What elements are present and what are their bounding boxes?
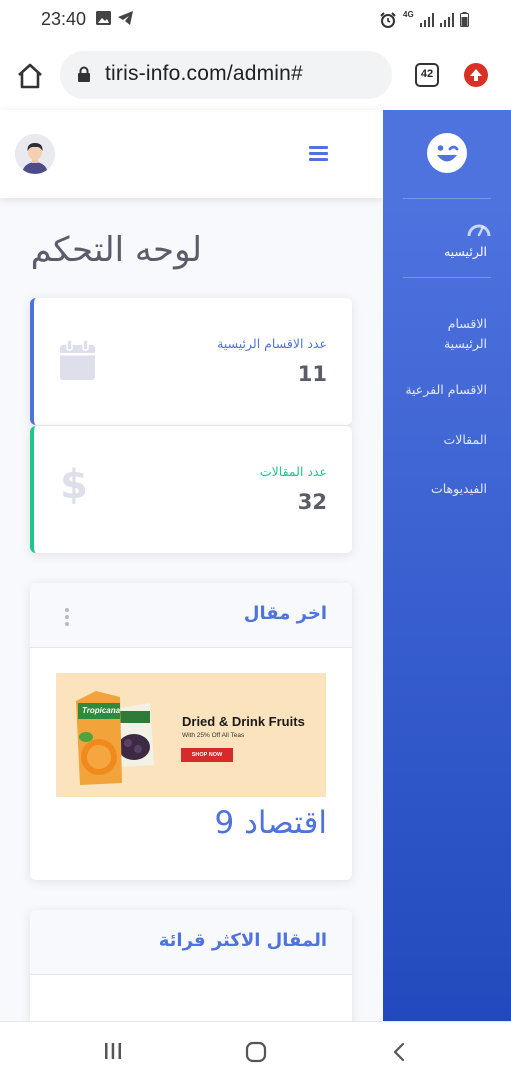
recent-apps-icon[interactable]	[104, 1042, 122, 1060]
tachometer-icon	[467, 224, 491, 237]
status-bar: 23:40 4G	[0, 0, 511, 40]
brand-label: Tropicana	[82, 706, 121, 715]
system-navigation-bar	[0, 1021, 511, 1080]
stat-value: 11	[297, 362, 327, 386]
back-icon[interactable]	[392, 1042, 406, 1062]
stat-value: 32	[297, 490, 327, 514]
smiley-face	[437, 145, 459, 162]
calendar-icon	[60, 340, 95, 380]
sidebar-item-articles[interactable]: المقالات	[443, 430, 487, 450]
card-title: المقال الاكثر قرائة	[158, 930, 327, 951]
arrow-up-icon	[470, 69, 482, 81]
address-bar[interactable]: tiris-info.com/admin#	[60, 51, 392, 99]
shop-now-button[interactable]: SHOP NOW	[181, 748, 233, 762]
telegram-icon	[118, 11, 133, 25]
hamburger-icon[interactable]	[309, 146, 328, 161]
home-circle-icon[interactable]	[245, 1041, 267, 1063]
gallery-icon	[96, 11, 111, 25]
card-header: المقال الاكثر قرائة	[30, 910, 352, 975]
article-title[interactable]: اقتصاد 9	[214, 805, 327, 841]
topbar	[0, 110, 383, 198]
card-title: اخر مقال	[243, 603, 327, 624]
page-title: لوحه التحكم	[30, 230, 202, 270]
card-header: اخر مقال	[30, 583, 352, 648]
stat-label: عدد الاقسام الرئيسية	[217, 336, 327, 351]
sidebar-item-videos[interactable]: الفيديوهات	[431, 479, 487, 499]
lock-icon[interactable]	[77, 66, 91, 82]
browser-toolbar: tiris-info.com/admin# 42	[0, 40, 511, 110]
more-options-icon[interactable]	[64, 608, 70, 626]
alarm-icon	[380, 12, 396, 28]
sidebar-divider	[403, 198, 491, 199]
sidebar-divider	[403, 277, 491, 278]
user-avatar-icon[interactable]	[15, 134, 55, 174]
banner-title: Dried & Drink Fruits	[182, 714, 305, 729]
status-time: 23:40	[41, 9, 87, 29]
signal-icon	[440, 13, 454, 27]
update-icon[interactable]	[464, 63, 488, 87]
tabs-icon[interactable]: 42	[415, 63, 439, 87]
sidebar-item-home[interactable]: الرئيسيه	[444, 242, 487, 262]
stat-card-main-sections: عدد الاقسام الرئيسية 11	[30, 298, 352, 425]
banner-subtitle: With 25% Off All Teas	[182, 732, 245, 739]
tab-count: 42	[420, 68, 434, 80]
avatar-illustration	[15, 134, 55, 174]
stat-card-articles: عدد المقالات 32 $	[30, 426, 352, 553]
sidebar-item-sub-sections[interactable]: الاقسام الفرعية	[405, 380, 487, 400]
article-image[interactable]: Tropicana Dried & Drink Fruits With 25% …	[56, 673, 326, 797]
home-icon[interactable]	[16, 62, 44, 90]
url-text[interactable]: tiris-info.com/admin#	[105, 62, 303, 86]
dollar-icon: $	[60, 462, 88, 508]
sidebar: الرئيسيه الاقسام الرئيسية الاقسام الفرعي…	[383, 110, 511, 1021]
stat-label: عدد المقالات	[259, 464, 327, 479]
smiley-wink-icon[interactable]	[427, 133, 467, 173]
latest-article-card: اخر مقال Tropicana Dried & Drink Fruits …	[30, 583, 352, 880]
juice-products-illustration	[76, 691, 154, 785]
network-type: 4G	[403, 10, 414, 19]
signal-icon	[420, 13, 434, 27]
battery-icon	[460, 12, 469, 27]
sidebar-item-main-sections[interactable]: الاقسام الرئيسية	[417, 314, 487, 354]
